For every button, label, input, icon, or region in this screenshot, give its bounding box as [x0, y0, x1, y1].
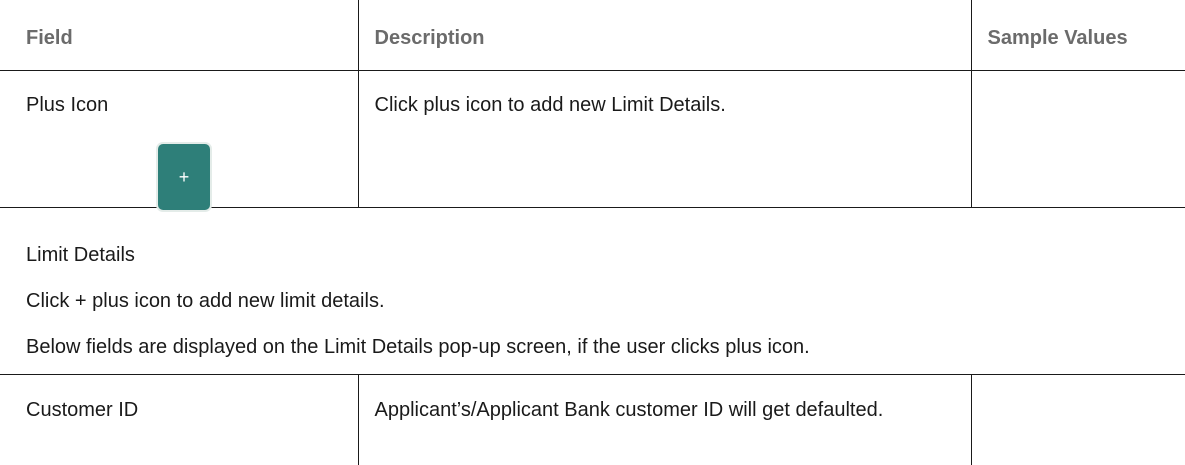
header-sample-values: Sample Values [971, 0, 1185, 71]
header-sample-values-label: Sample Values [972, 0, 1185, 50]
field-name: Customer ID [0, 375, 358, 422]
field-name: Plus Icon [0, 71, 358, 117]
cell-description: Applicant’s/Applicant Bank customer ID w… [358, 375, 971, 465]
cell-field: Customer ID [0, 375, 358, 465]
limit-details-table: Customer ID Applicant’s/Applicant Bank c… [0, 374, 1185, 465]
field-description: Applicant’s/Applicant Bank customer ID w… [359, 375, 971, 422]
instruction-text: Click + plus icon to add new limit detai… [26, 289, 385, 313]
add-limit-button[interactable]: + [158, 144, 210, 210]
field-description: Click plus icon to add new Limit Details… [359, 71, 971, 117]
cell-sample [971, 71, 1185, 208]
field-sample [972, 375, 1185, 398]
table-row: Customer ID Applicant’s/Applicant Bank c… [0, 375, 1185, 465]
note-text: Below fields are displayed on the Limit … [26, 335, 810, 359]
plus-icon: + [179, 167, 190, 188]
header-field-label: Field [0, 0, 358, 50]
cell-description: Click plus icon to add new Limit Details… [358, 71, 971, 208]
header-description: Description [358, 0, 971, 71]
cell-sample [971, 375, 1185, 465]
table-header-row: Field Description Sample Values [0, 0, 1185, 71]
section-title: Limit Details [26, 243, 135, 267]
header-description-label: Description [359, 0, 971, 50]
header-field: Field [0, 0, 358, 71]
field-sample [972, 71, 1185, 93]
